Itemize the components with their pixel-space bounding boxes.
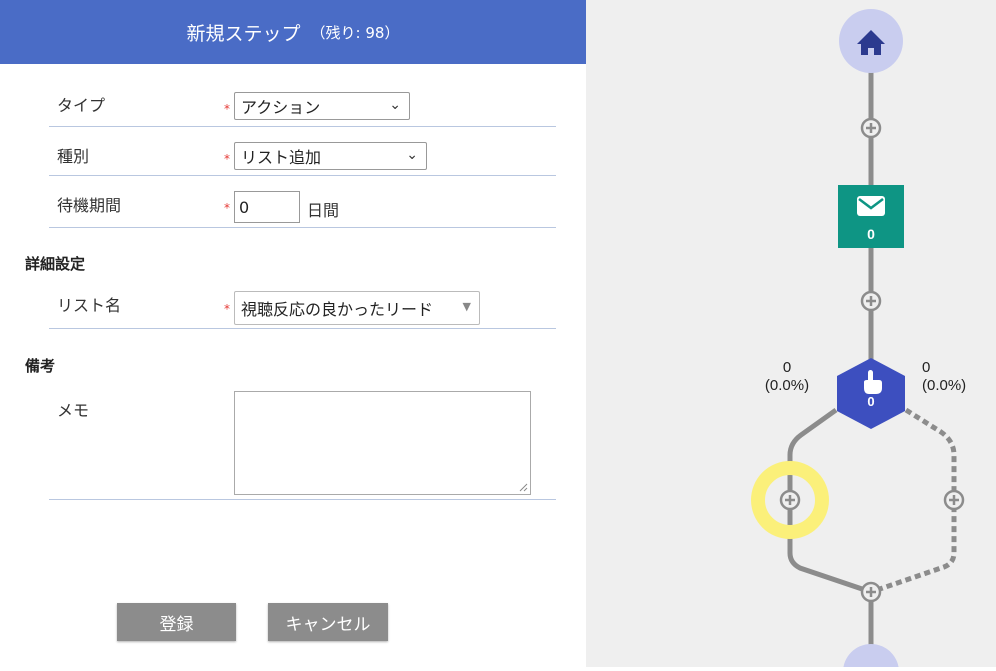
resize-handle-icon[interactable] bbox=[519, 483, 528, 492]
remaining-count: （残り: 98） bbox=[310, 23, 400, 42]
branch-line-right bbox=[870, 407, 957, 595]
kind-select[interactable]: リスト追加 ⌄ bbox=[234, 142, 427, 170]
flow-diagram: 0 0 0 (0.0%) 0 (0.0%) bbox=[751, 9, 966, 671]
wait-row: 待機期間 * 0 日間 bbox=[49, 175, 556, 228]
add-step-button-merge[interactable] bbox=[860, 581, 882, 603]
mail-count: 0 bbox=[867, 226, 875, 242]
add-step-button-right-branch[interactable] bbox=[943, 489, 965, 511]
wait-unit: 日間 bbox=[307, 201, 340, 220]
memo-row: メモ bbox=[49, 383, 556, 500]
right-branch-count: 0 bbox=[922, 359, 930, 376]
memo-textarea[interactable] bbox=[234, 391, 531, 495]
required-mark: * bbox=[224, 201, 230, 215]
action-node[interactable]: 0 bbox=[837, 358, 905, 429]
kind-select-value: リスト追加 bbox=[241, 148, 322, 167]
notes-heading: 備考 bbox=[25, 357, 56, 375]
mail-icon bbox=[857, 196, 885, 216]
panel-title: 新規ステップ bbox=[186, 22, 301, 45]
type-select-value: アクション bbox=[241, 98, 321, 117]
home-node[interactable] bbox=[839, 9, 903, 73]
chevron-down-icon: ⌄ bbox=[389, 97, 401, 113]
kind-row: 種別 * リスト追加 ⌄ bbox=[49, 126, 556, 176]
right-branch-percent: (0.0%) bbox=[922, 377, 966, 394]
required-mark: * bbox=[224, 302, 230, 316]
action-count: 0 bbox=[867, 394, 874, 409]
new-step-panel: 新規ステップ （残り: 98） タイプ * アクション ⌄ 種別 * リスト追加… bbox=[0, 0, 586, 667]
detail-heading: 詳細設定 bbox=[25, 255, 86, 273]
caret-down-icon: ▼ bbox=[462, 300, 471, 313]
left-branch-percent: (0.0%) bbox=[765, 377, 809, 394]
list-name-select[interactable]: 視聴反応の良かったリード ▼ bbox=[234, 291, 480, 325]
type-row: タイプ * アクション ⌄ bbox=[49, 82, 556, 127]
wait-label: 待機期間 bbox=[57, 196, 122, 215]
memo-label: メモ bbox=[57, 401, 90, 420]
wait-days-value: 0 bbox=[239, 197, 250, 217]
add-step-button[interactable] bbox=[860, 290, 882, 312]
type-select[interactable]: アクション ⌄ bbox=[234, 92, 410, 120]
list-name-value: 視聴反応の良かったリード bbox=[241, 300, 434, 319]
branch-line-left bbox=[787, 407, 872, 595]
list-name-label: リスト名 bbox=[57, 296, 122, 315]
kind-label: 種別 bbox=[57, 147, 90, 166]
chevron-down-icon: ⌄ bbox=[406, 147, 418, 163]
required-mark: * bbox=[224, 152, 230, 166]
next-node[interactable] bbox=[843, 644, 899, 671]
wait-days-input[interactable]: 0 bbox=[234, 191, 300, 223]
list-name-row: リスト名 * 視聴反応の良かったリード ▼ bbox=[49, 282, 556, 329]
type-label: タイプ bbox=[57, 96, 106, 115]
mail-node[interactable]: 0 bbox=[838, 185, 904, 248]
required-mark: * bbox=[224, 102, 230, 116]
add-step-button-left-branch[interactable] bbox=[779, 489, 801, 511]
left-branch-count: 0 bbox=[783, 359, 791, 376]
panel-header: 新規ステップ （残り: 98） bbox=[0, 0, 586, 64]
add-step-button[interactable] bbox=[860, 117, 882, 139]
flow-canvas: 0 0 0 (0.0%) 0 (0.0%) bbox=[586, 0, 996, 671]
submit-button[interactable]: 登録 bbox=[117, 603, 236, 641]
cancel-button[interactable]: キャンセル bbox=[268, 603, 388, 641]
